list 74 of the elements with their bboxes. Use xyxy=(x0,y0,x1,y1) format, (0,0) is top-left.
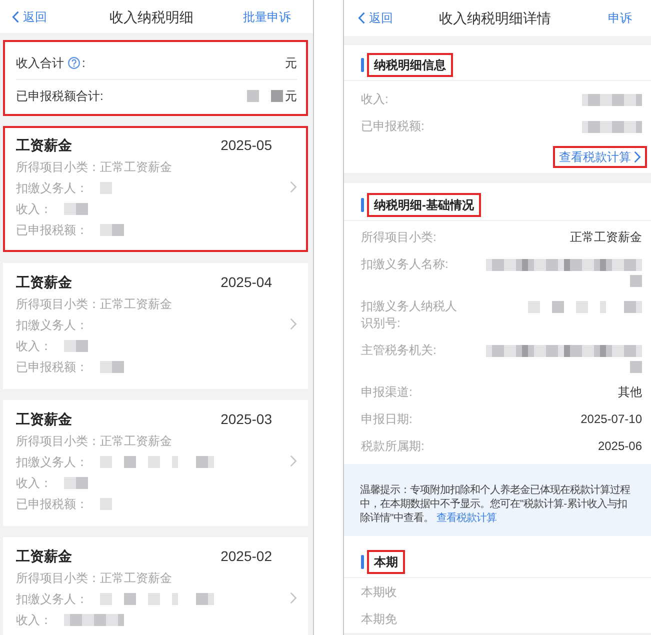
section-marker-icon xyxy=(361,555,364,569)
colon-text: : xyxy=(82,55,86,71)
field-value: 2025-06 xyxy=(598,438,642,455)
section-title: 纳税明细信息 xyxy=(367,53,453,77)
tax-calculation-link[interactable]: 查看税款计算 xyxy=(436,513,497,524)
unit-text: 元 xyxy=(285,55,297,71)
field-label: 收入： xyxy=(16,612,52,628)
chevron-left-icon xyxy=(12,10,19,22)
chevron-right-icon xyxy=(290,592,297,604)
field-label: 已申报税额： xyxy=(16,222,88,238)
appeal-button[interactable]: 申诉 xyxy=(608,10,632,26)
income-record-card[interactable]: 工资薪金 2025-04 所得项目小类：正常工资薪金 扣缴义务人： 收入： 已申报税额： xyxy=(3,263,308,389)
help-icon[interactable] xyxy=(68,57,80,69)
section-marker-icon xyxy=(361,198,364,212)
section-title: 纳税明细-基础情况 xyxy=(367,193,481,217)
field-label: 已申报税额： xyxy=(16,496,88,512)
field-label: 本期免 xyxy=(361,611,398,628)
field-label: 所得项目小类： xyxy=(16,432,100,448)
field-label: 已申报税额： xyxy=(16,358,88,374)
field-label: 收入： xyxy=(16,474,52,490)
income-record-card[interactable]: 工资薪金 2025-03 所得项目小类：正常工资薪金 扣缴义务人： 收入： 已申报税额： xyxy=(3,400,308,526)
income-record-card[interactable]: 工资薪金 2025-02 所得项目小类：正常工资薪金 扣缴义务人： 收入： xyxy=(3,537,308,635)
summary-label: 收入合计 xyxy=(16,55,64,71)
field-label: 所得项目小类: xyxy=(361,229,438,246)
summary-label: 已申报税额合计: xyxy=(16,88,104,104)
field-label: 收入: xyxy=(361,91,390,108)
income-type-title: 工资薪金 xyxy=(16,136,72,154)
field-label: 扣缴义务人纳税人识别号: xyxy=(361,298,458,332)
field-label: 扣缴义务人： xyxy=(16,316,88,332)
page-title: 收入纳税明细详情 xyxy=(439,9,551,27)
unit-text: 元 xyxy=(285,88,297,104)
field-label: 申报日期: xyxy=(361,411,414,428)
field-value: 其他 xyxy=(618,384,642,401)
batch-appeal-button[interactable]: 批量申诉 xyxy=(243,8,291,24)
field-label: 收入： xyxy=(16,200,52,216)
tax-calculation-link[interactable]: 查看税款计算 xyxy=(553,146,647,168)
field-value: 正常工资薪金 xyxy=(100,296,172,312)
back-button[interactable]: 返回 xyxy=(12,8,47,24)
field-label: 本期收 xyxy=(361,584,398,601)
chevron-right-icon xyxy=(290,455,297,467)
period-text: 2025-02 xyxy=(220,547,272,565)
period-text: 2025-05 xyxy=(220,136,272,154)
period-text: 2025-04 xyxy=(220,273,272,291)
field-value: 正常工资薪金 xyxy=(100,570,172,586)
back-button[interactable]: 返回 xyxy=(358,10,393,26)
section-marker-icon xyxy=(361,58,364,72)
field-label: 所得项目小类： xyxy=(16,158,100,174)
income-type-title: 工资薪金 xyxy=(16,547,72,565)
field-label: 税款所属期: xyxy=(361,438,426,455)
field-label: 所得项目小类： xyxy=(16,570,100,586)
field-value: 正常工资薪金 xyxy=(570,229,642,246)
chevron-right-icon xyxy=(290,318,297,330)
chevron-right-icon xyxy=(290,181,297,193)
field-value: 正常工资薪金 xyxy=(100,432,172,448)
chevron-right-icon xyxy=(634,151,641,163)
field-label: 所得项目小类： xyxy=(16,296,100,312)
page-title: 收入纳税明细 xyxy=(110,8,194,26)
chevron-left-icon xyxy=(358,12,365,24)
income-type-title: 工资薪金 xyxy=(16,410,72,428)
field-label: 已申报税额: xyxy=(361,118,426,135)
income-record-card[interactable]: 工资薪金 2025-05 所得项目小类：正常工资薪金 扣缴义务人： 收入： 已申报税额： xyxy=(3,126,308,252)
section-title: 本期 xyxy=(367,550,405,574)
field-value: 2025-07-10 xyxy=(580,411,642,428)
income-type-title: 工资薪金 xyxy=(16,273,72,291)
tip-text: 温馨提示：专项附加扣除和个人养老金已体现在税款计算过程中，在本期数据中不予显示。您可在"税款计算-累计收入与扣除详情"中查看。 查看税款计算 xyxy=(360,484,632,526)
field-value: 正常工资薪金 xyxy=(100,158,172,174)
field-label: 申报渠道: xyxy=(361,384,414,401)
field-label: 扣缴义务人： xyxy=(16,590,88,606)
field-label: 扣缴义务人： xyxy=(16,180,88,196)
field-label: 收入： xyxy=(16,338,52,354)
field-label: 扣缴义务人： xyxy=(16,454,88,470)
field-label: 扣缴义务人名称: xyxy=(361,256,450,273)
period-text: 2025-03 xyxy=(220,410,272,428)
field-label: 主管税务机关: xyxy=(361,342,438,359)
